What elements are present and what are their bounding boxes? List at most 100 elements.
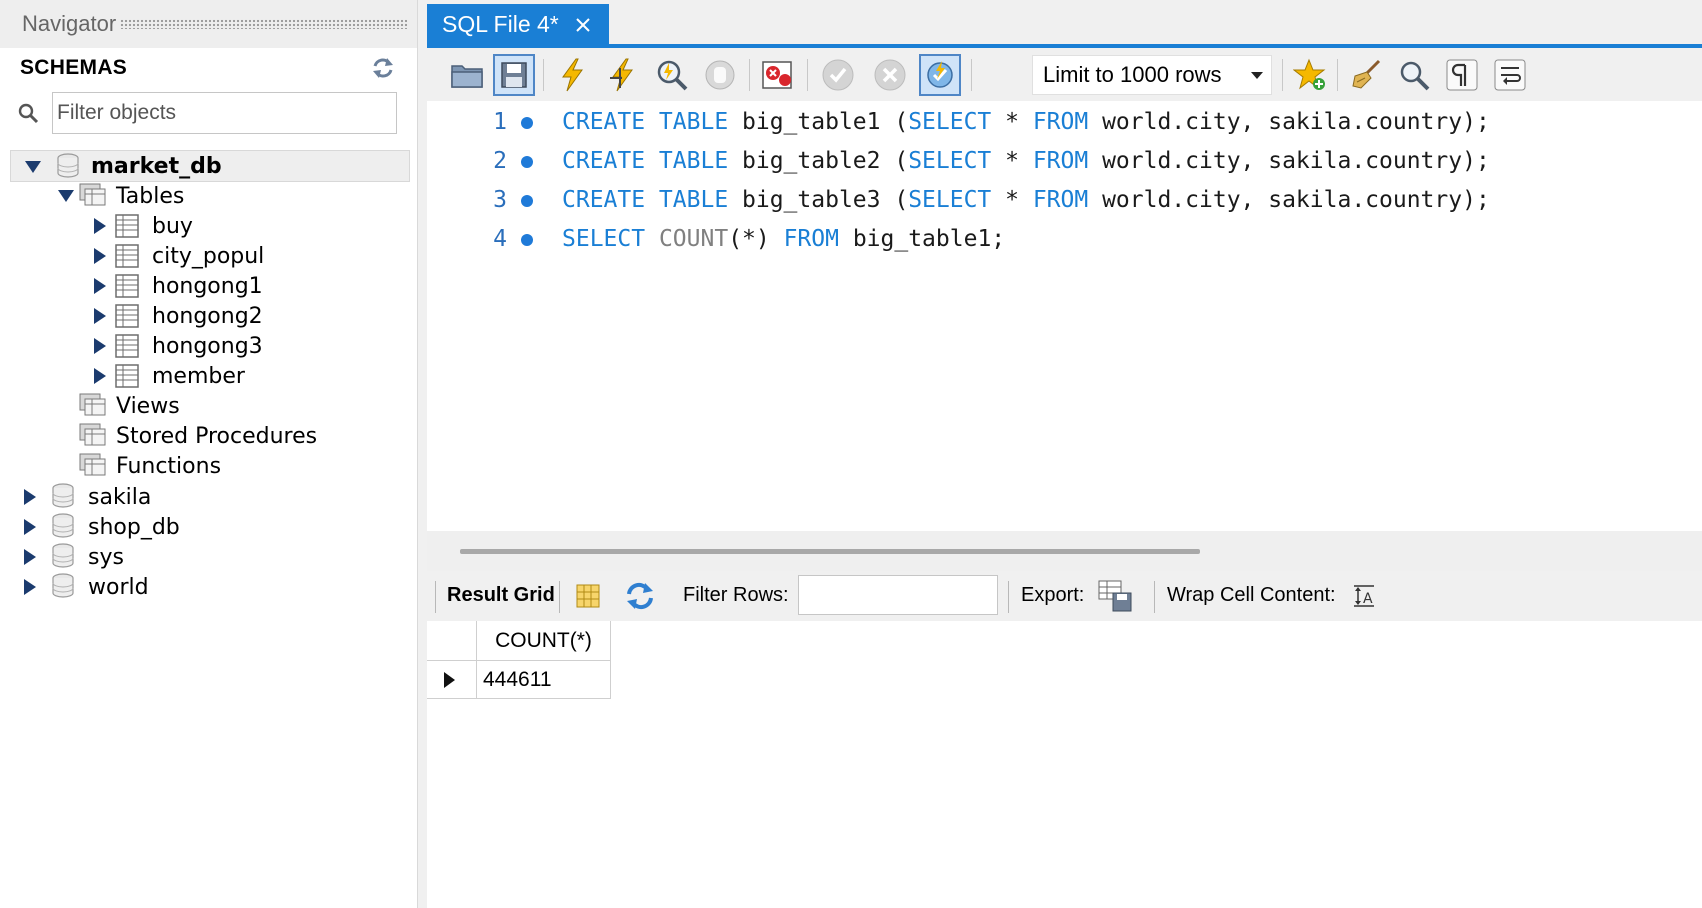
schema-label: sys (88, 544, 124, 570)
collapsed-arrow-icon[interactable] (20, 487, 40, 507)
rollback-button[interactable] (869, 54, 911, 96)
stored-procedures-folder[interactable]: Stored Procedures (10, 420, 410, 452)
statement-marker-icon (521, 195, 533, 207)
table-icon (115, 244, 139, 268)
add-snippet-button[interactable] (1289, 54, 1331, 96)
views-folder[interactable]: Views (10, 390, 410, 422)
table-item-hongong2[interactable]: hongong2 (10, 300, 410, 332)
schema-market-db[interactable]: market_db (10, 150, 410, 182)
limit-rows-value: Limit to 1000 rows (1043, 62, 1222, 87)
horizontal-scrollbar[interactable] (427, 531, 1702, 571)
editor-tab-bar: SQL File 4* (427, 0, 1702, 48)
collapsed-arrow-icon[interactable] (90, 246, 110, 266)
column-header[interactable]: COUNT(*) (477, 621, 611, 661)
beautify-broom-icon (1352, 59, 1381, 89)
result-grid: COUNT(*) 444611 (427, 621, 1702, 908)
result-grid-tab[interactable]: Result Grid (447, 584, 555, 607)
toolbar-separator (1008, 581, 1009, 613)
schema-label: sakila (88, 484, 152, 510)
bookmark-star-icon (1293, 58, 1326, 90)
table-label: member (152, 363, 245, 389)
folder-tables-icon (79, 183, 106, 206)
grid-layout-icon[interactable] (575, 583, 601, 609)
line-number: 3 (493, 187, 507, 213)
sql-editor[interactable]: 1 CREATE TABLE big_table1 (SELECT * FROM… (427, 101, 1702, 531)
wrap-lines-button[interactable] (1489, 54, 1531, 96)
expanded-arrow-icon[interactable] (23, 157, 43, 177)
table-cell[interactable]: 444611 (477, 661, 611, 699)
current-row-arrow-icon (444, 672, 455, 688)
token: world.city, sakila.country); (1088, 109, 1490, 135)
table-item-buy[interactable]: buy (10, 210, 410, 242)
sql-toolbar: Limit to 1000 rows (427, 49, 1702, 101)
limit-rows-select[interactable]: Limit to 1000 rows (1032, 55, 1272, 95)
token: * (991, 109, 1033, 135)
collapsed-arrow-icon[interactable] (90, 276, 110, 296)
tables-folder[interactable]: Tables (10, 180, 410, 212)
toggle-error-button[interactable] (757, 54, 799, 96)
expanded-arrow-icon[interactable] (56, 186, 76, 206)
tab-label: SQL File 4* (442, 11, 559, 37)
collapsed-arrow-icon[interactable] (90, 366, 110, 386)
toolbar-separator (807, 59, 808, 91)
row-selector[interactable] (427, 661, 477, 699)
refresh-rows-icon[interactable] (623, 581, 657, 611)
code-line: 4 SELECT COUNT(*) FROM big_table1; (427, 218, 1702, 260)
token: SELECT (908, 109, 992, 135)
collapsed-arrow-icon[interactable] (90, 216, 110, 236)
table-item-hongong1[interactable]: hongong1 (10, 270, 410, 302)
filter-objects-input[interactable] (52, 92, 397, 134)
collapsed-arrow-icon[interactable] (20, 547, 40, 567)
line-number: 1 (493, 109, 507, 135)
navigator-grip[interactable] (120, 19, 407, 29)
export-icon[interactable] (1097, 579, 1135, 613)
token: world.city, sakila.country); (1088, 148, 1490, 174)
filter-rows-input[interactable] (798, 575, 998, 615)
schema-sys[interactable]: sys (10, 541, 410, 573)
table-item-hongong3[interactable]: hongong3 (10, 330, 410, 362)
tab-sql-file-4[interactable]: SQL File 4* (427, 4, 609, 45)
explain-icon (657, 60, 688, 91)
collapsed-arrow-icon[interactable] (90, 306, 110, 326)
save-icon (501, 62, 527, 88)
code-text: CREATE TABLE big_table1 (SELECT * FROM w… (562, 109, 1490, 135)
statement-marker-icon (521, 117, 533, 129)
save-button[interactable] (493, 54, 535, 96)
wrap-cell-icon[interactable]: A (1351, 583, 1377, 609)
execute-icon (562, 58, 583, 92)
folder-functions-icon (79, 453, 106, 476)
toolbar-separator (1337, 59, 1338, 91)
beautify-button[interactable] (1345, 54, 1387, 96)
schema-shop-db[interactable]: shop_db (10, 511, 410, 543)
collapsed-arrow-icon[interactable] (20, 517, 40, 537)
invisible-chars-button[interactable] (1441, 54, 1483, 96)
close-icon[interactable] (572, 14, 594, 36)
find-button[interactable] (1393, 54, 1435, 96)
functions-folder[interactable]: Functions (10, 450, 410, 482)
database-icon (52, 573, 74, 598)
search-icon (18, 103, 39, 124)
open-file-button[interactable] (446, 54, 488, 96)
schema-sakila[interactable]: sakila (10, 481, 410, 513)
explain-button[interactable] (651, 54, 693, 96)
scrollbar-thumb[interactable] (460, 549, 1200, 554)
token: * (991, 187, 1033, 213)
commit-button[interactable] (817, 54, 859, 96)
schema-world[interactable]: world (10, 571, 410, 603)
statement-marker-icon (521, 156, 533, 168)
stop-button[interactable] (699, 54, 741, 96)
rollback-icon (874, 59, 906, 91)
refresh-icon[interactable] (370, 56, 396, 80)
execute-button[interactable] (551, 54, 593, 96)
execute-current-button[interactable] (601, 54, 643, 96)
collapsed-arrow-icon[interactable] (90, 336, 110, 356)
code-text: CREATE TABLE big_table3 (SELECT * FROM w… (562, 187, 1490, 213)
table-item-member[interactable]: member (10, 360, 410, 392)
autocommit-button[interactable] (919, 54, 961, 96)
schemas-title: SCHEMAS (20, 56, 128, 79)
schema-label: world (88, 574, 149, 600)
table-icon (115, 214, 139, 238)
collapsed-arrow-icon[interactable] (20, 577, 40, 597)
table-item-city-popul[interactable]: city_popul (10, 240, 410, 272)
stop-hand-icon (705, 60, 735, 90)
